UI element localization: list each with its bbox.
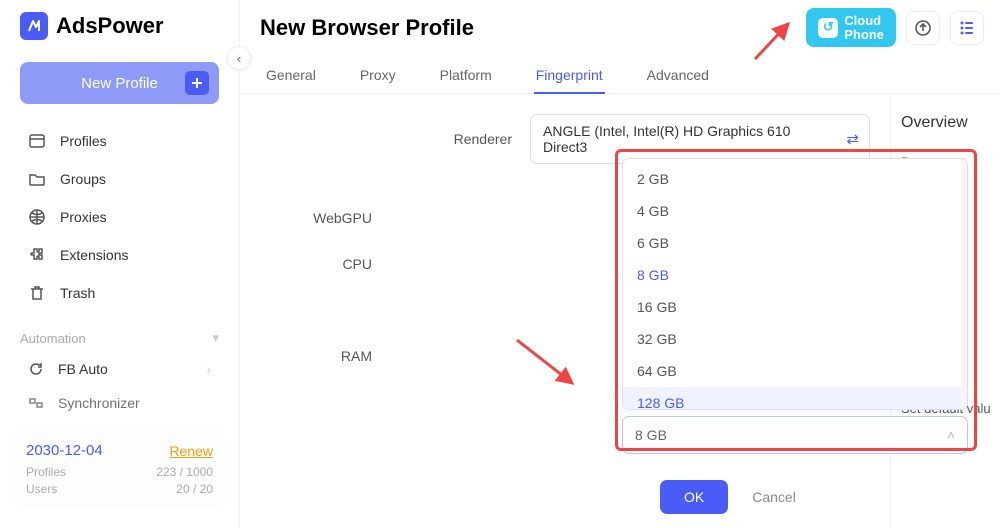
renderer-input[interactable]: ANGLE (Intel, Intel(R) HD Graphics 610 D…	[530, 114, 870, 164]
renderer-value: ANGLE (Intel, Intel(R) HD Graphics 610 D…	[543, 123, 790, 155]
automation-label: FB Auto	[58, 361, 108, 377]
upload-button[interactable]	[906, 11, 940, 45]
globe-icon	[28, 208, 46, 226]
cpu-label: CPU	[250, 256, 390, 272]
ram-option-list[interactable]: 2 GB4 GB6 GB8 GB16 GB32 GB64 GB128 GB	[623, 159, 967, 409]
ram-label: RAM	[250, 348, 390, 364]
tab-proxy[interactable]: Proxy	[358, 57, 398, 93]
new-profile-button[interactable]: New Profile	[20, 62, 219, 104]
window-icon	[28, 132, 46, 150]
puzzle-icon	[28, 246, 46, 264]
webgpu-label: WebGPU	[250, 210, 390, 226]
ram-option[interactable]: 4 GB	[623, 195, 961, 227]
renew-link[interactable]: Renew	[169, 443, 213, 459]
chevron-up-icon: ˄	[947, 427, 955, 443]
ram-option[interactable]: 2 GB	[623, 163, 961, 195]
tabs: General Proxy Platform Fingerprint Advan…	[240, 51, 1000, 94]
brand-logo[interactable]: AdsPower	[0, 0, 239, 52]
ram-option[interactable]: 8 GB	[623, 259, 961, 291]
license-users-label: Users	[26, 482, 57, 496]
automation-item-sync[interactable]: Synchronizer	[0, 386, 239, 420]
sidebar-item-label: Trash	[60, 285, 95, 301]
tab-platform[interactable]: Platform	[438, 57, 494, 93]
ram-option[interactable]: 64 GB	[623, 355, 961, 387]
automation-label: Synchronizer	[58, 395, 140, 411]
automation-item-fbauto[interactable]: FB Auto ›	[0, 352, 239, 386]
tab-general[interactable]: General	[264, 57, 318, 93]
refresh-icon	[28, 361, 44, 377]
renderer-label: Renderer	[390, 131, 530, 147]
ok-button[interactable]: OK	[660, 480, 728, 514]
list-settings-button[interactable]	[950, 11, 984, 45]
ram-option[interactable]: 16 GB	[623, 291, 961, 323]
ram-select-value: 8 GB	[635, 427, 667, 443]
license-box: 2030-12-04 Renew Profiles 223 / 1000 Use…	[14, 430, 225, 508]
license-profiles-value: 223 / 1000	[156, 465, 213, 479]
cancel-button[interactable]: Cancel	[752, 489, 796, 505]
new-profile-label: New Profile	[81, 75, 158, 92]
sidebar-item-groups[interactable]: Groups	[10, 160, 229, 198]
sidebar-item-profiles[interactable]: Profiles	[10, 122, 229, 160]
ram-option[interactable]: 6 GB	[623, 227, 961, 259]
sync-icon	[28, 395, 44, 411]
plus-icon[interactable]	[185, 71, 209, 95]
logo-icon	[20, 12, 48, 40]
sidebar: AdsPower New Profile Profiles Groups Pro…	[0, 0, 240, 528]
shuffle-icon[interactable]: ⇄	[846, 130, 859, 148]
ram-dropdown: 2 GB4 GB6 GB8 GB16 GB32 GB64 GB128 GB 8 …	[622, 158, 968, 454]
ram-option[interactable]: 32 GB	[623, 323, 961, 355]
automation-header[interactable]: Automation ▾	[0, 320, 239, 352]
cloud-phone-button[interactable]: ↺ CloudPhone	[806, 8, 896, 47]
ram-option[interactable]: 128 GB	[623, 387, 961, 409]
sidebar-item-extensions[interactable]: Extensions	[10, 236, 229, 274]
tab-fingerprint[interactable]: Fingerprint	[534, 57, 605, 93]
sidebar-item-label: Proxies	[60, 209, 107, 225]
license-date: 2030-12-04	[26, 442, 103, 459]
sidebar-item-proxies[interactable]: Proxies	[10, 198, 229, 236]
chevron-right-icon: ›	[206, 361, 211, 377]
sidebar-item-label: Profiles	[60, 133, 107, 149]
chevron-down-icon: ▾	[212, 330, 219, 346]
cloud-phone-icon: ↺	[818, 18, 838, 38]
folder-icon	[28, 170, 46, 188]
license-users-value: 20 / 20	[176, 482, 213, 496]
sidebar-item-label: Extensions	[60, 247, 128, 263]
sidebar-item-trash[interactable]: Trash	[10, 274, 229, 312]
brand-text: AdsPower	[56, 13, 164, 39]
top-bar: New Browser Profile ↺ CloudPhone	[240, 0, 1000, 51]
trash-icon	[28, 284, 46, 302]
page-title: New Browser Profile	[260, 15, 474, 41]
nav-list: Profiles Groups Proxies Extensions Trash	[0, 114, 239, 320]
main: New Browser Profile ↺ CloudPhone General…	[240, 0, 1000, 528]
ram-select-input[interactable]: 8 GB ˄	[622, 416, 968, 454]
sidebar-item-label: Groups	[60, 171, 106, 187]
license-profiles-label: Profiles	[26, 465, 66, 479]
tab-advanced[interactable]: Advanced	[645, 57, 711, 93]
overview-title: Overview	[901, 114, 990, 132]
